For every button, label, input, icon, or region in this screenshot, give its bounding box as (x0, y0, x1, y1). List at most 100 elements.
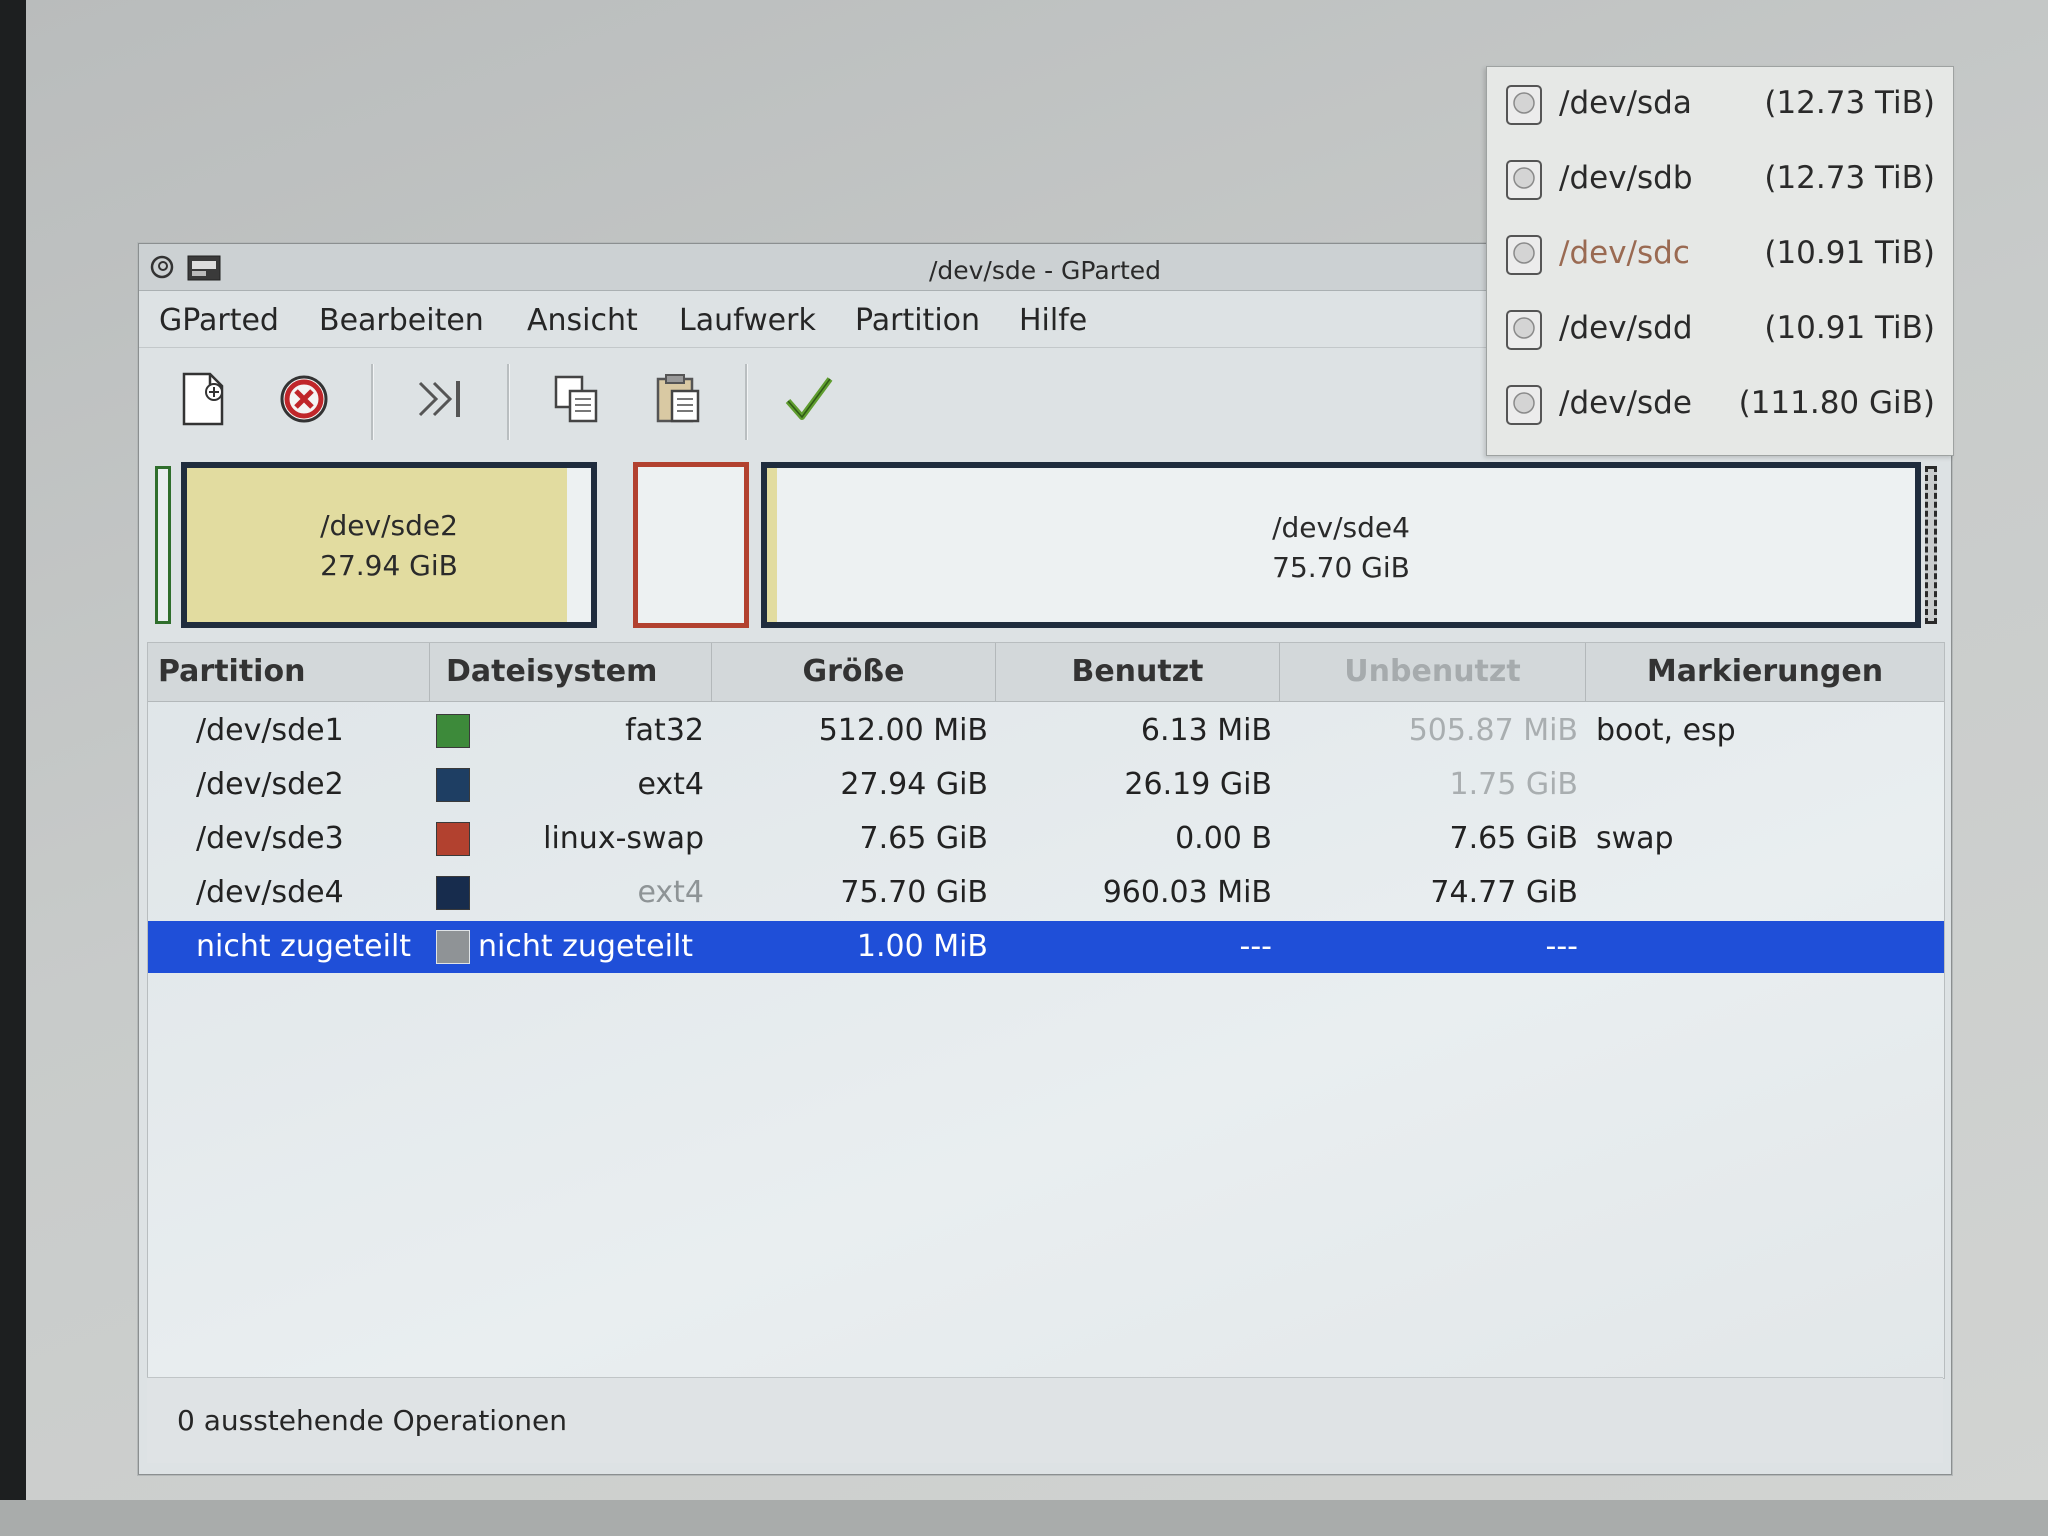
fs-color-swatch (436, 822, 470, 856)
table-row[interactable]: /dev/sde3 linux-swap 7.65 GiB 0.00 B 7.6… (148, 813, 1944, 865)
delete-icon (280, 375, 328, 423)
copy-icon (554, 375, 598, 423)
new-partition-icon (182, 372, 224, 426)
table-row[interactable]: /dev/sde2 ext4 27.94 GiB 26.19 GiB 1.75 … (148, 759, 1944, 811)
partition-map-sde2[interactable]: /dev/sde2 27.94 GiB (181, 462, 597, 628)
cell-used: 960.03 MiB (1102, 875, 1272, 910)
cell-flags: swap (1596, 821, 1674, 856)
table-row[interactable]: /dev/sde1 fat32 512.00 MiB 6.13 MiB 505.… (148, 705, 1944, 757)
menu-ansicht[interactable]: Ansicht (527, 303, 638, 338)
partition-map-name: /dev/sde4 (1272, 511, 1410, 544)
col-partition[interactable]: Partition (148, 643, 430, 701)
resize-move-button[interactable] (407, 366, 473, 432)
menu-partition[interactable]: Partition (855, 303, 980, 338)
col-groesse[interactable]: Größe (712, 643, 996, 701)
device-name: /dev/sdc (1559, 235, 1690, 271)
device-item-sdc[interactable]: /dev/sdc (10.91 TiB) (1487, 217, 1953, 292)
partition-map-size: 75.70 GiB (1272, 551, 1410, 584)
partition-map-name: /dev/sde2 (320, 509, 458, 542)
partition-map-size: 27.94 GiB (320, 549, 458, 582)
cell-filesystem: ext4 (637, 767, 704, 802)
col-dateisystem[interactable]: Dateisystem (430, 643, 712, 701)
device-name: /dev/sdb (1559, 160, 1693, 196)
col-unbenutzt[interactable]: Unbenutzt (1280, 643, 1586, 701)
cell-filesystem: fat32 (625, 713, 704, 748)
status-bar: 0 ausstehende Operationen (147, 1377, 1943, 1463)
cell-filesystem: nicht zugeteilt (478, 929, 694, 964)
fs-color-swatch (436, 714, 470, 748)
copy-button[interactable] (543, 366, 609, 432)
cell-used: 26.19 GiB (1124, 767, 1272, 802)
cell-used: 0.00 B (1175, 821, 1272, 856)
device-dropdown-menu: /dev/sda (12.73 TiB) /dev/sdb (12.73 TiB… (1486, 66, 1954, 456)
toolbar-separator (745, 364, 748, 440)
menu-laufwerk[interactable]: Laufwerk (679, 303, 816, 338)
cell-size: 1.00 MiB (856, 929, 988, 964)
device-item-sde[interactable]: /dev/sde (111.80 GiB) (1487, 367, 1953, 442)
disk-map: /dev/sde2 27.94 GiB /dev/sde4 75.70 GiB (153, 462, 1937, 632)
device-name: /dev/sde (1559, 385, 1692, 421)
cell-filesystem: linux-swap (543, 821, 704, 856)
new-partition-button[interactable] (171, 366, 237, 432)
cell-unused: 1.75 GiB (1449, 767, 1579, 802)
col-markierungen[interactable]: Markierungen (1586, 643, 1944, 701)
table-row[interactable]: /dev/sde4 ext4 75.70 GiB 960.03 MiB 74.7… (148, 867, 1944, 919)
cell-flags: boot, esp (1596, 713, 1736, 748)
device-size: (10.91 TiB) (1764, 310, 1935, 346)
disk-icon (1506, 235, 1542, 275)
device-name: /dev/sda (1559, 85, 1692, 121)
partition-map-sde3[interactable] (633, 462, 749, 628)
apply-button[interactable] (775, 366, 841, 432)
device-size: (111.80 GiB) (1738, 385, 1935, 421)
table-header: Partition Dateisystem Größe Benutzt Unbe… (148, 643, 1944, 702)
device-size: (12.73 TiB) (1764, 160, 1935, 196)
apply-check-icon (785, 377, 833, 420)
delete-button[interactable] (271, 366, 337, 432)
cell-partition: /dev/sde2 (196, 767, 344, 802)
cell-partition: nicht zugeteilt (196, 929, 412, 964)
cell-partition: /dev/sde3 (196, 821, 344, 856)
disk-icon (1506, 385, 1542, 425)
device-item-sdb[interactable]: /dev/sdb (12.73 TiB) (1487, 142, 1953, 217)
cell-used: 6.13 MiB (1140, 713, 1272, 748)
toolbar-separator (507, 364, 510, 440)
cell-partition: /dev/sde4 (196, 875, 344, 910)
device-size: (12.73 TiB) (1764, 85, 1935, 121)
cell-size: 7.65 GiB (859, 821, 989, 856)
device-name: /dev/sdd (1559, 310, 1693, 346)
cell-size: 75.70 GiB (840, 875, 988, 910)
partition-table: Partition Dateisystem Größe Benutzt Unbe… (147, 642, 1945, 1379)
cell-used: --- (1239, 929, 1272, 964)
device-size: (10.91 TiB) (1764, 235, 1935, 271)
fs-color-swatch (436, 768, 470, 802)
partition-map-sde4[interactable]: /dev/sde4 75.70 GiB (761, 462, 1921, 628)
cell-filesystem: ext4 (637, 875, 704, 910)
menu-hilfe[interactable]: Hilfe (1019, 303, 1087, 338)
cell-size: 27.94 GiB (840, 767, 988, 802)
device-item-sdd[interactable]: /dev/sdd (10.91 TiB) (1487, 292, 1953, 367)
menu-bearbeiten[interactable]: Bearbeiten (319, 303, 484, 338)
table-row-selected[interactable]: nicht zugeteilt nicht zugeteilt 1.00 MiB… (148, 921, 1944, 973)
partition-map-unallocated[interactable] (1925, 466, 1937, 624)
cell-unused: 7.65 GiB (1449, 821, 1579, 856)
cell-unused: 74.77 GiB (1430, 875, 1578, 910)
col-benutzt[interactable]: Benutzt (996, 643, 1280, 701)
partition-map-sde1[interactable] (155, 466, 171, 624)
cell-unused: --- (1545, 929, 1578, 964)
disk-icon (1506, 160, 1542, 200)
monitor-bottom (0, 1500, 2048, 1536)
pending-operations-status: 0 ausstehende Operationen (177, 1404, 567, 1437)
disk-icon (1506, 310, 1542, 350)
paste-icon (656, 374, 700, 423)
device-item-sda[interactable]: /dev/sda (12.73 TiB) (1487, 67, 1953, 142)
toolbar-separator (371, 364, 374, 440)
disk-icon (1506, 85, 1542, 125)
monitor-bezel (0, 0, 26, 1536)
fs-color-swatch (436, 930, 470, 964)
cell-size: 512.00 MiB (818, 713, 988, 748)
fs-color-swatch (436, 876, 470, 910)
cell-partition: /dev/sde1 (196, 713, 344, 748)
menu-gparted[interactable]: GParted (159, 303, 279, 338)
apply-forward-icon (418, 381, 460, 417)
paste-button[interactable] (645, 366, 711, 432)
